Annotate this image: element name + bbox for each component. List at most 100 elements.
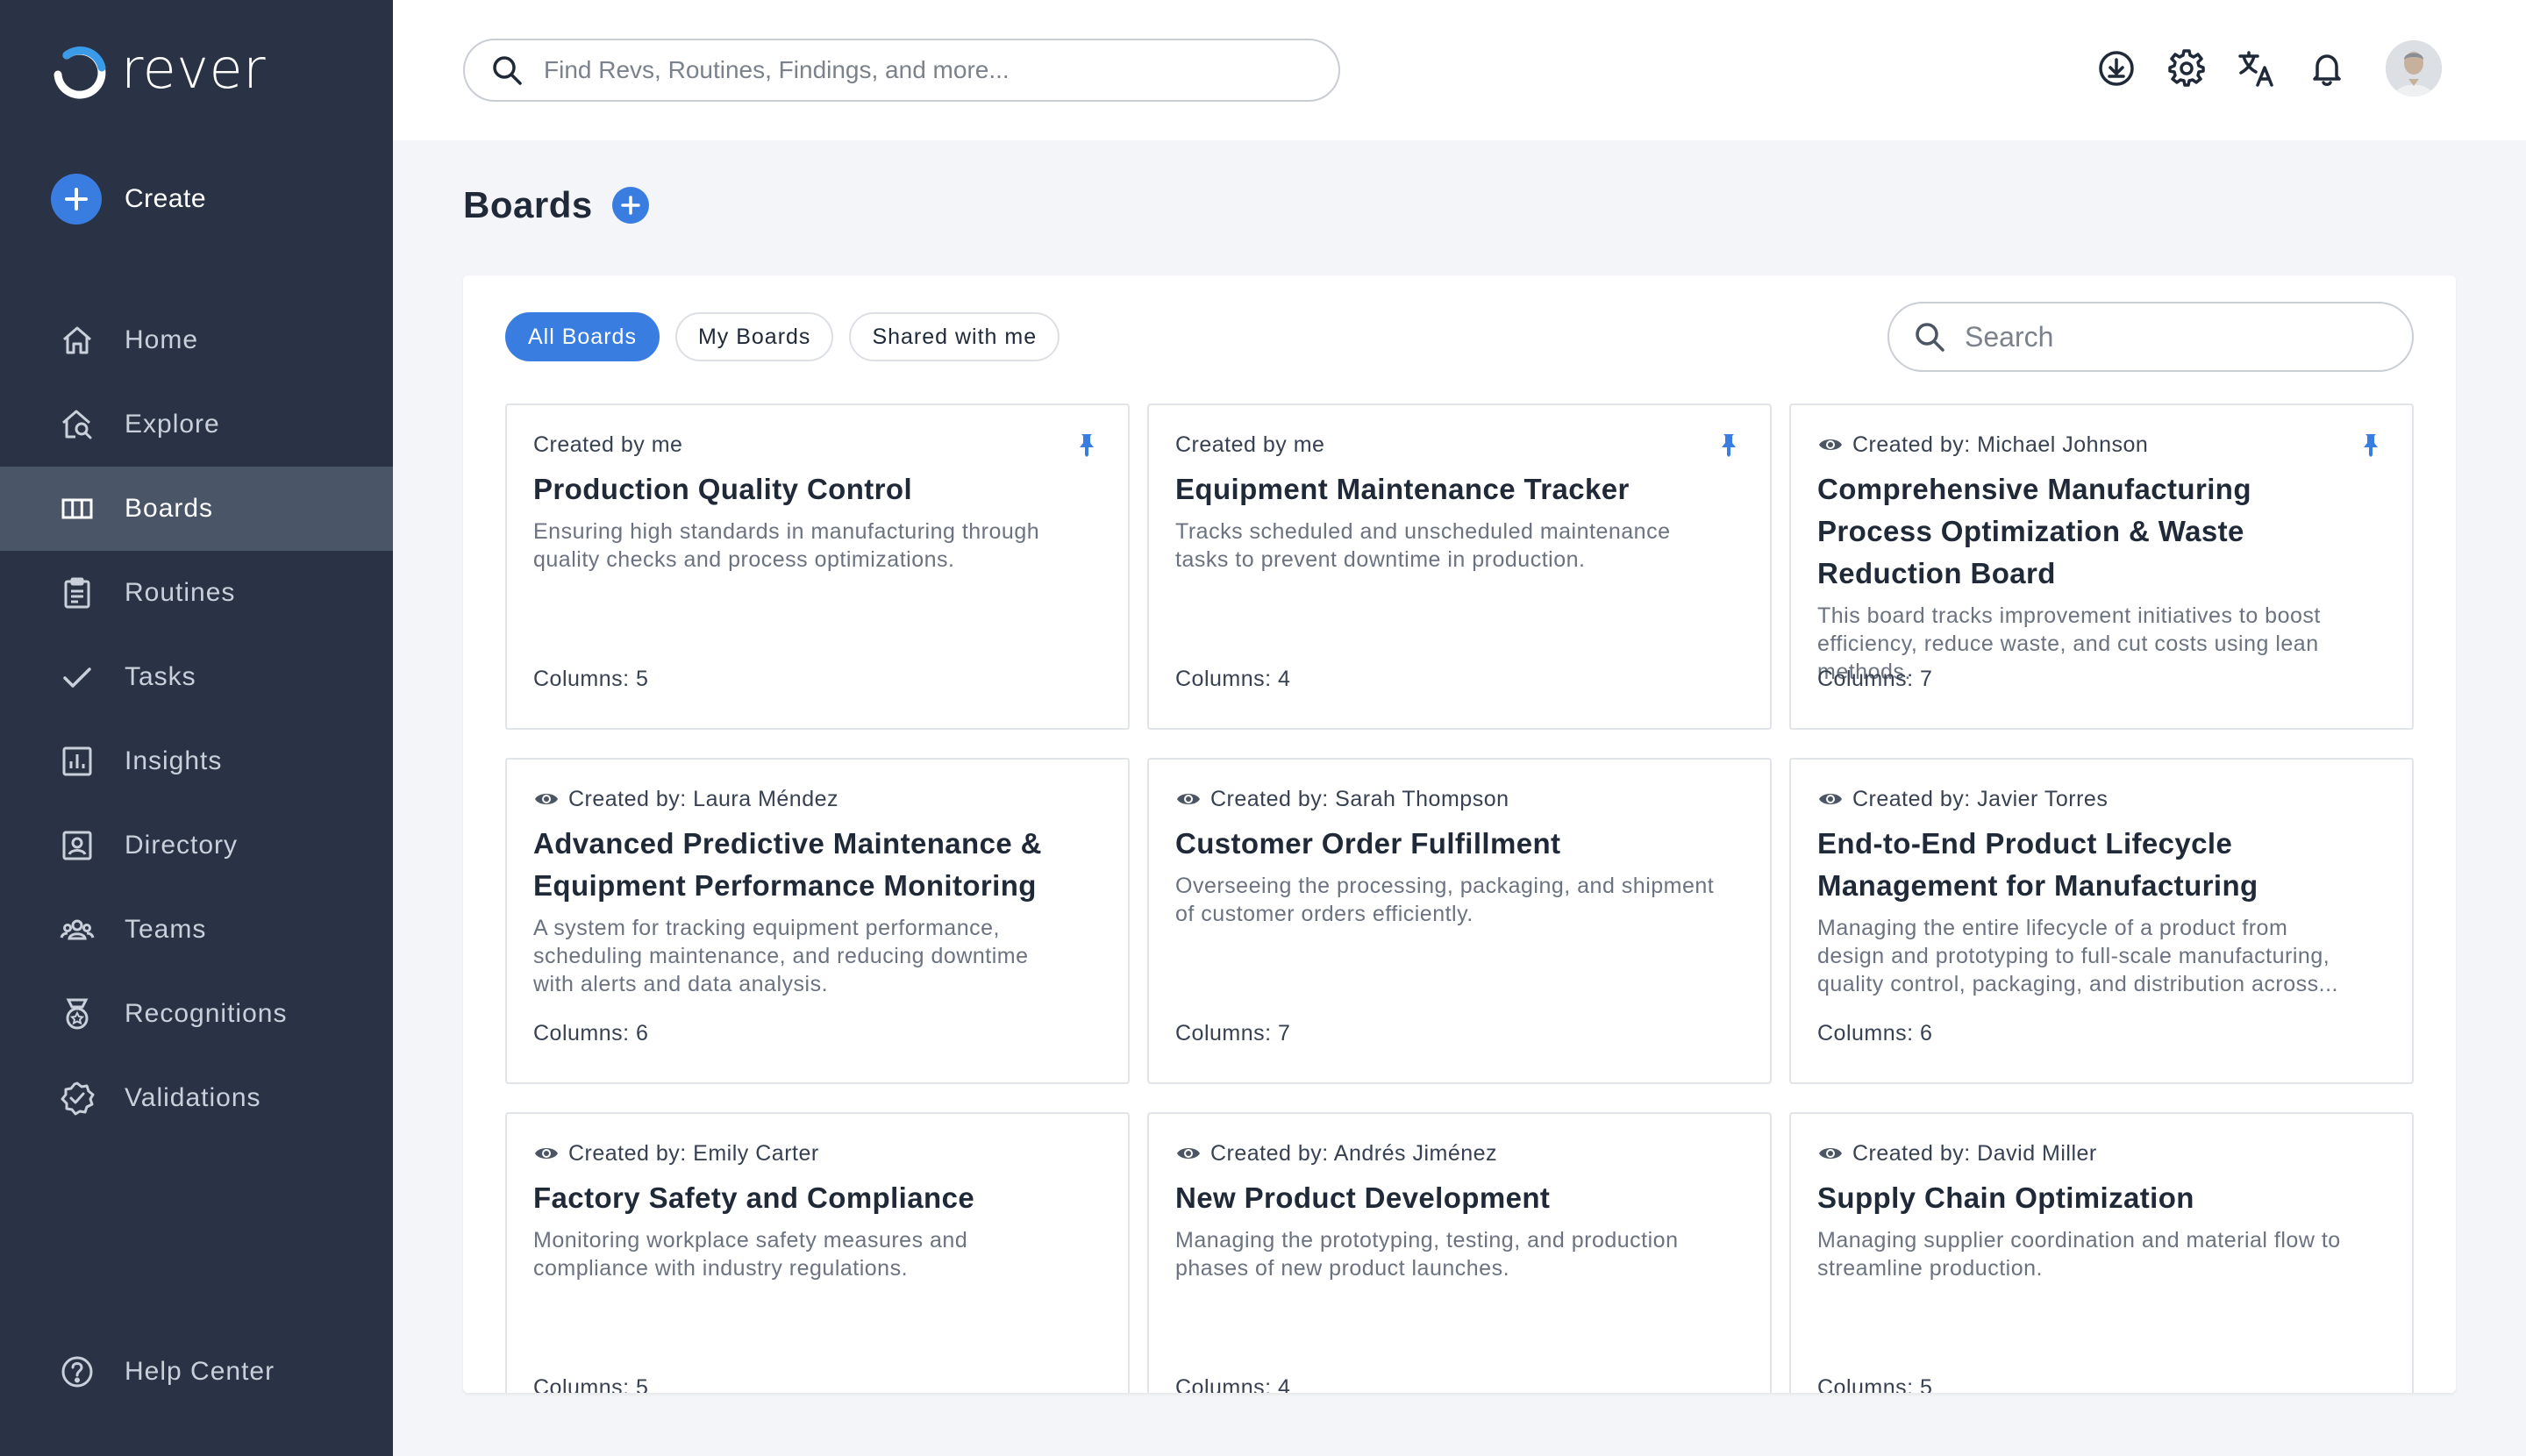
sidebar-item-tasks[interactable]: Tasks [0,635,393,719]
board-card[interactable]: Created by: Andrés Jiménez New Product D… [1147,1112,1772,1393]
pin-icon[interactable] [1074,432,1100,458]
boards-search-box[interactable] [1887,302,2414,372]
tab-my-boards[interactable]: My Boards [674,312,834,361]
board-title: Equipment Maintenance Tracker [1175,473,1630,505]
creator-label: Created by: Andrés Jiménez [1210,1140,1498,1166]
boards-grid: Created by me Production Quality Control… [505,403,2414,1393]
card-meta: Created by: Emily Carter [533,1140,1102,1167]
board-card[interactable]: Created by: Michael Johnson Comprehensiv… [1789,403,2414,730]
sidebar-item-label: Validations [125,1083,261,1112]
card-meta: Created by: Sarah Thompson [1175,786,1744,812]
pin-icon[interactable] [2358,432,2384,458]
sidebar-item-label: Home [125,325,199,354]
board-description: Tracks scheduled and unscheduled mainten… [1175,519,1671,572]
gear-icon[interactable] [2166,48,2207,89]
clipboard-icon [60,575,95,610]
plus-icon [620,196,640,215]
sidebar-item-label: Recognitions [125,999,288,1028]
help-center-section: Help Center [0,1330,393,1414]
eye-icon [1819,794,1842,804]
add-board-button[interactable] [611,187,649,224]
eye-icon [1819,1148,1842,1159]
board-column-count: Columns: 4 [1175,667,1291,691]
creator-label: Created by me [1175,432,1325,457]
board-description: Overseeing the processing, packaging, an… [1175,874,1715,926]
translate-icon[interactable] [2237,48,2277,89]
sidebar-item-validations[interactable]: Validations [0,1056,393,1140]
page-header: Boards [463,184,649,226]
board-column-count: Columns: 4 [1175,1375,1291,1393]
sidebar-item-routines[interactable]: Routines [0,551,393,635]
board-card[interactable]: Created by me Equipment Maintenance Trac… [1147,403,1772,730]
sidebar-item-boards[interactable]: Boards [0,467,393,551]
board-card[interactable]: Created by: Sarah Thompson Customer Orde… [1147,758,1772,1084]
sidebar: rever Create Home Explore Boards Routine… [0,0,393,1456]
eye-icon [1177,794,1200,804]
sidebar-nav: Home Explore Boards Routines Tasks Insig… [0,298,393,1140]
avatar[interactable] [2386,40,2442,96]
board-card[interactable]: Created by me Production Quality Control… [505,403,1130,730]
pin-icon[interactable] [1716,432,1742,458]
board-card[interactable]: Created by: David Miller Supply Chain Op… [1789,1112,2414,1393]
bar-chart-icon [60,744,95,779]
board-column-count: Columns: 7 [1175,1021,1291,1046]
board-column-count: Columns: 5 [533,667,649,691]
board-card[interactable]: Created by: Laura Méndez Advanced Predic… [505,758,1130,1084]
download-icon[interactable] [2096,48,2137,89]
board-title: Customer Order Fulfillment [1175,827,1561,860]
eye-icon [1819,439,1842,450]
sidebar-item-label: Teams [125,915,207,944]
check-icon [60,660,95,695]
tab-all-boards[interactable]: All Boards [505,312,660,361]
rever-logo[interactable]: rever [49,39,266,105]
help-center-link[interactable]: Help Center [0,1330,393,1414]
app-name: rever [121,37,267,101]
card-meta: Created by: Javier Torres [1817,786,2386,812]
board-title: Advanced Predictive Maintenance & Equipm… [533,827,1042,902]
creator-label: Created by: David Miller [1852,1140,2097,1166]
page-title: Boards [463,184,593,225]
medal-icon [60,996,95,1031]
global-search-input[interactable] [544,56,1298,84]
help-center-label: Help Center [125,1357,275,1386]
card-meta: Created by: Laura Méndez [533,786,1102,812]
creator-label: Created by me [533,432,683,457]
eye-icon [1177,1148,1200,1159]
sidebar-item-label: Tasks [125,662,196,691]
board-column-count: Columns: 7 [1817,667,1933,691]
sidebar-item-insights[interactable]: Insights [0,719,393,803]
board-title: Factory Safety and Compliance [533,1181,975,1214]
board-title: New Product Development [1175,1181,1551,1214]
board-description: Managing the entire lifecycle of a produ… [1817,916,2338,996]
tab-shared-with-me[interactable]: Shared with me [849,312,1060,361]
create-button[interactable]: Create [51,174,206,225]
eye-icon [535,1148,558,1159]
bell-icon[interactable] [2307,48,2347,89]
board-column-count: Columns: 6 [1817,1021,1933,1046]
search-icon [1916,323,1944,352]
user-avatar-image [2386,40,2442,96]
board-title: Comprehensive Manufacturing Process Opti… [1817,473,2251,589]
board-description: Managing supplier coordination and mater… [1817,1228,2341,1281]
global-search-box[interactable] [463,39,1340,102]
sidebar-item-directory[interactable]: Directory [0,803,393,888]
sidebar-item-recognitions[interactable]: Recognitions [0,972,393,1056]
creator-label: Created by: Laura Méndez [568,786,839,811]
people-icon [60,912,95,947]
sidebar-item-label: Insights [125,746,223,775]
create-label: Create [125,184,207,213]
board-column-count: Columns: 5 [1817,1375,1933,1393]
boards-search-input[interactable] [1965,320,2386,353]
board-card[interactable]: Created by: Javier Torres End-to-End Pro… [1789,758,2414,1084]
board-description: A system for tracking equipment performa… [533,916,1029,996]
board-card[interactable]: Created by: Emily Carter Factory Safety … [505,1112,1130,1393]
sidebar-item-label: Boards [125,494,214,523]
card-meta: Created by me [533,432,1102,458]
sidebar-item-home[interactable]: Home [0,298,393,382]
home-icon [60,323,95,358]
creator-label: Created by: Emily Carter [568,1140,819,1166]
sidebar-item-explore[interactable]: Explore [0,382,393,467]
sidebar-item-label: Explore [125,410,220,439]
sidebar-item-teams[interactable]: Teams [0,888,393,972]
eye-icon [535,794,558,804]
